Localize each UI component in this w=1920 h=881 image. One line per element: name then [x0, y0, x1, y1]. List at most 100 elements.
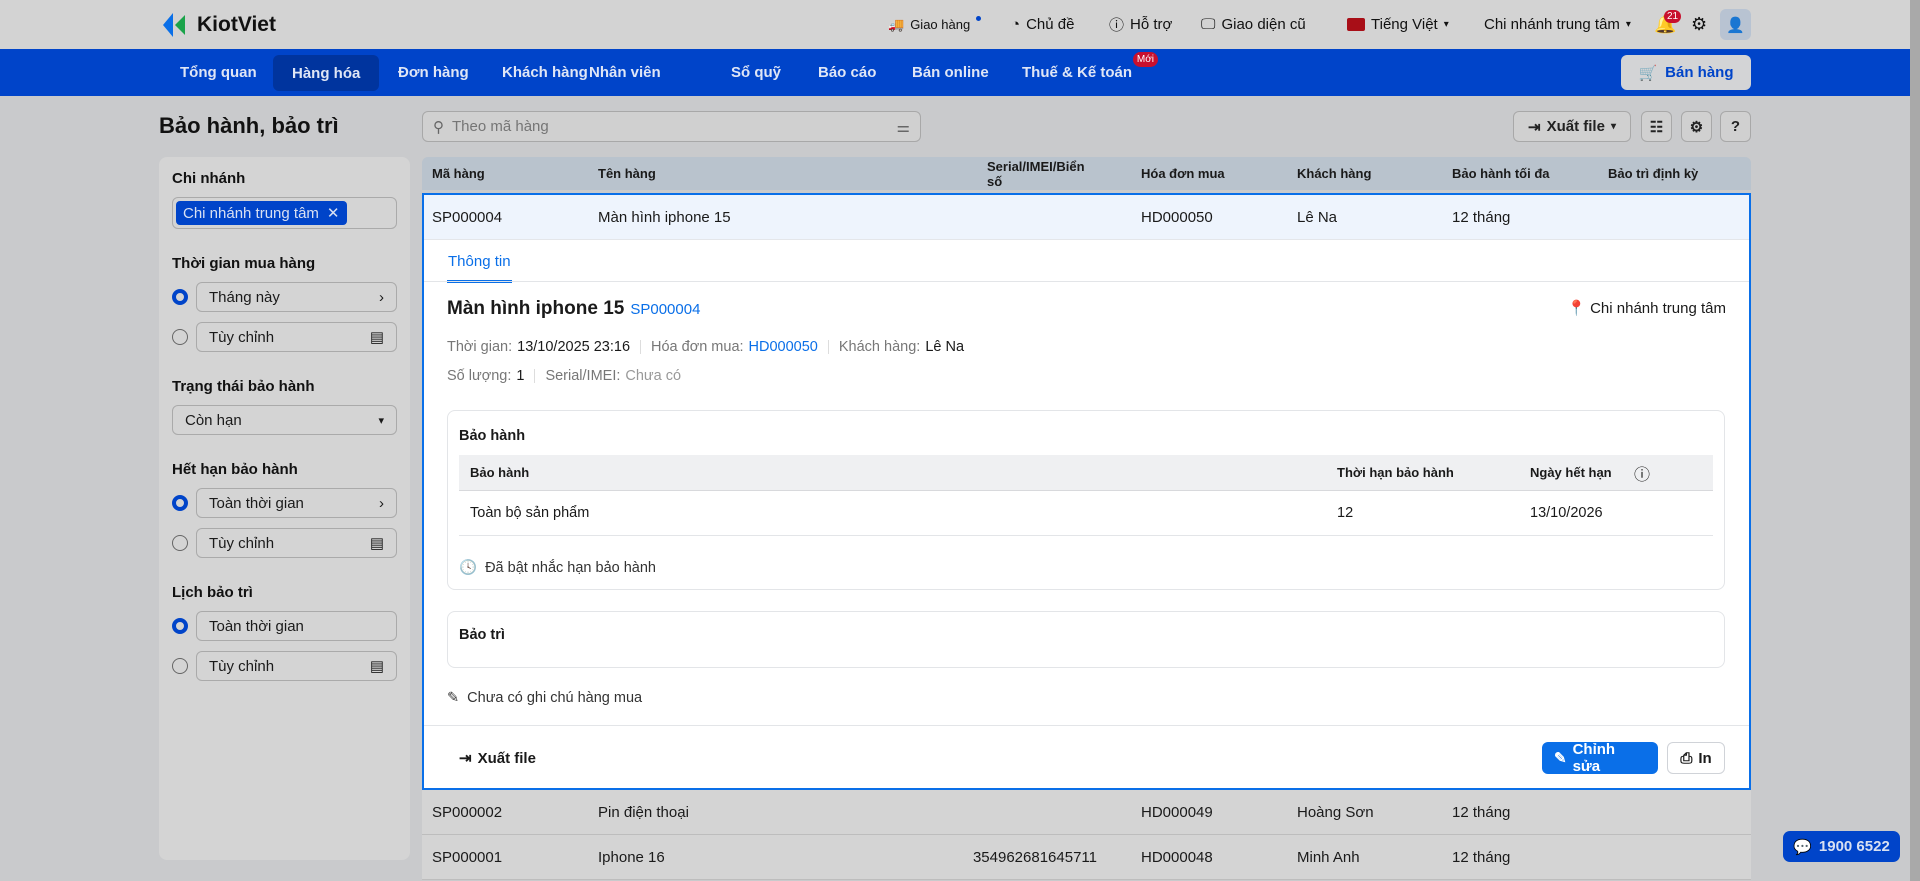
- col-warranty[interactable]: Bảo hành tối đa: [1452, 157, 1550, 190]
- nav-khach-hang[interactable]: Khách hàng: [502, 49, 588, 96]
- filter-expiry-label: Hết hạn bảo hành: [172, 461, 298, 478]
- export-file-icon: ⇥: [459, 750, 472, 767]
- delivery-link[interactable]: 🚚 Giao hàng: [888, 0, 982, 49]
- cart-icon: 🛒: [1638, 64, 1658, 82]
- help-icon: ?: [1730, 118, 1741, 135]
- branch-multiselect[interactable]: Chi nhánh trung tâm ✕: [172, 197, 397, 229]
- edit-note-icon: ✎: [447, 690, 460, 706]
- radio-maintenance-custom[interactable]: [172, 658, 188, 674]
- print-button[interactable]: ⎙ In: [1667, 742, 1725, 774]
- logo[interactable]: KiotViet: [159, 9, 276, 41]
- radio-expiry-custom[interactable]: [172, 535, 188, 551]
- product-code-link[interactable]: SP000004: [630, 301, 700, 318]
- chevron-down-icon: ▾: [378, 414, 384, 427]
- gear-icon: ⚙: [1689, 118, 1704, 136]
- page-title: Bảo hành, bảo trì: [159, 113, 339, 138]
- kiotviet-logo-icon: [163, 13, 185, 37]
- chat-icon: 💬: [1793, 838, 1812, 856]
- filter-purchase-time-label: Thời gian mua hàng: [172, 255, 316, 272]
- col-name[interactable]: Tên hàng: [598, 157, 656, 190]
- chevron-down-icon: ▾: [1610, 121, 1616, 132]
- warranty-row: Toàn bộ sản phẩm 12 13/10/2026: [459, 491, 1713, 536]
- purchase-note[interactable]: ✎ Chưa có ghi chú hàng mua: [447, 690, 642, 706]
- detail-branch: 📍 Chi nhánh trung tâm: [1567, 299, 1726, 318]
- col-customer[interactable]: Khách hàng: [1297, 157, 1371, 190]
- status-select[interactable]: Còn hạn ▾: [172, 405, 397, 435]
- nav-tong-quan[interactable]: Tổng quan: [180, 49, 257, 96]
- nav-bao-cao[interactable]: Báo cáo: [818, 49, 876, 96]
- chevron-down-icon: ▾: [1625, 19, 1631, 30]
- old-ui-link[interactable]: 🖵 Giao diện cũ: [1201, 0, 1306, 49]
- filter-sidebar: Chi nhánh Chi nhánh trung tâm ✕ Thời gian…: [159, 157, 410, 860]
- table-row[interactable]: SP000001 Iphone 16 354962681645711 HD000…: [422, 835, 1751, 880]
- maintenance-section: Bảo trì: [447, 611, 1725, 668]
- close-icon[interactable]: ✕: [327, 204, 340, 222]
- detail-meta-1: Thời gian: 13/10/2025 23:16 Hóa đơn mua: H…: [447, 339, 965, 355]
- scrollbar[interactable]: [1910, 0, 1920, 881]
- purchase-time-preset[interactable]: Tháng này ›: [196, 282, 397, 312]
- maintenance-custom[interactable]: Tùy chỉnh ▤: [196, 651, 397, 681]
- search-icon: ⚲: [433, 118, 444, 136]
- filter-sliders-icon[interactable]: ⚌: [897, 118, 910, 136]
- table-row[interactable]: SP000004 Màn hình iphone 15 HD000050 Lê …: [424, 195, 1749, 240]
- col-serial[interactable]: Serial/IMEI/Biển số: [987, 157, 1097, 190]
- purchase-time-custom[interactable]: Tùy chỉnh ▤: [196, 322, 397, 352]
- help-button[interactable]: ?: [1720, 111, 1751, 142]
- col-maintenance[interactable]: Bảo trì định kỳ: [1608, 157, 1698, 190]
- sell-button[interactable]: 🛒 Bán hàng: [1621, 55, 1751, 90]
- language-select[interactable]: Tiếng Việt ▾: [1347, 0, 1449, 49]
- support-icon: ⓘ: [1109, 17, 1125, 34]
- table-row[interactable]: SP000002 Pin điện thoại HD000049 Hoàng S…: [422, 790, 1751, 835]
- detail-export-button[interactable]: ⇥ Xuất file: [447, 742, 548, 774]
- clock-icon: 🕓: [459, 560, 478, 576]
- settings-button[interactable]: ⚙: [1691, 0, 1707, 49]
- column-toggle-button[interactable]: ☷: [1641, 111, 1672, 142]
- expiry-custom[interactable]: Tùy chỉnh ▤: [196, 528, 397, 558]
- hotline-button[interactable]: 💬 1900 6522: [1783, 831, 1900, 862]
- table-header: Mã hàng Tên hàng Serial/IMEI/Biển số Hóa…: [422, 157, 1751, 190]
- nav-ban-online[interactable]: Bán online: [912, 49, 989, 96]
- truck-icon: 🚚: [888, 16, 905, 32]
- edit-button[interactable]: ✎ Chỉnh sửa: [1542, 741, 1658, 775]
- divider: [424, 281, 1749, 282]
- nav-so-quy[interactable]: Sổ quỹ: [731, 49, 781, 96]
- invoice-link[interactable]: HD000050: [749, 339, 818, 355]
- radio-purchase-preset[interactable]: [172, 289, 188, 305]
- tab-thong-tin[interactable]: Thông tin: [447, 253, 512, 283]
- radio-expiry-preset[interactable]: [172, 495, 188, 511]
- detail-title: Màn hình iphone 15 SP000004: [447, 298, 701, 319]
- pencil-icon: ✎: [1554, 750, 1567, 767]
- export-button[interactable]: ⇥ Xuất file ▾: [1513, 111, 1631, 142]
- gear-icon: ⚙: [1691, 14, 1708, 34]
- detail-meta-2: Số lượng: 1 Serial/IMEI: Chưa có: [447, 368, 682, 384]
- warranty-table-header: Bảo hành Thời hạn bảo hành Ngày hết hạn …: [459, 455, 1713, 491]
- nav-thue-ke-toan[interactable]: Thuế & Kế toán Mới: [1022, 49, 1159, 96]
- nav-don-hang[interactable]: Đơn hàng: [398, 49, 469, 96]
- branch-select[interactable]: Chi nhánh trung tâm ▾: [1484, 0, 1631, 49]
- nav-hang-hoa[interactable]: Hàng hóa: [273, 55, 380, 91]
- theme-link[interactable]: ◔ Chủ đề: [1011, 0, 1074, 49]
- expiry-preset[interactable]: Toàn thời gian ›: [196, 488, 397, 518]
- new-badge: Mới: [1132, 52, 1159, 67]
- settings-page-button[interactable]: ⚙: [1681, 111, 1712, 142]
- notification-button[interactable]: 🔔 21: [1654, 0, 1682, 49]
- calendar-icon: ▤: [369, 658, 384, 675]
- search-input[interactable]: [452, 118, 889, 135]
- chevron-right-icon: ›: [379, 288, 384, 306]
- col-code[interactable]: Mã hàng: [432, 157, 485, 190]
- maintenance-preset[interactable]: Toàn thời gian: [196, 611, 397, 641]
- export-file-icon: ⇥: [1528, 118, 1541, 136]
- calendar-icon: ▤: [369, 535, 384, 552]
- avatar[interactable]: 👤: [1720, 9, 1751, 40]
- list-columns-icon: ☷: [1649, 118, 1664, 136]
- nav-nhan-vien[interactable]: Nhân viên: [589, 49, 661, 96]
- info-icon[interactable]: ⓘ: [1634, 455, 1650, 490]
- filter-status-label: Trạng thái bảo hành: [172, 378, 315, 395]
- radio-maintenance-preset[interactable]: [172, 618, 188, 634]
- col-invoice[interactable]: Hóa đơn mua: [1141, 157, 1225, 190]
- chevron-down-icon: ▾: [1443, 19, 1449, 30]
- reminder-note: 🕓 Đã bật nhắc hạn bảo hành: [459, 559, 656, 577]
- chevron-right-icon: ›: [379, 494, 384, 512]
- radio-purchase-custom[interactable]: [172, 329, 188, 345]
- support-link[interactable]: ⓘ Hỗ trợ: [1109, 0, 1172, 49]
